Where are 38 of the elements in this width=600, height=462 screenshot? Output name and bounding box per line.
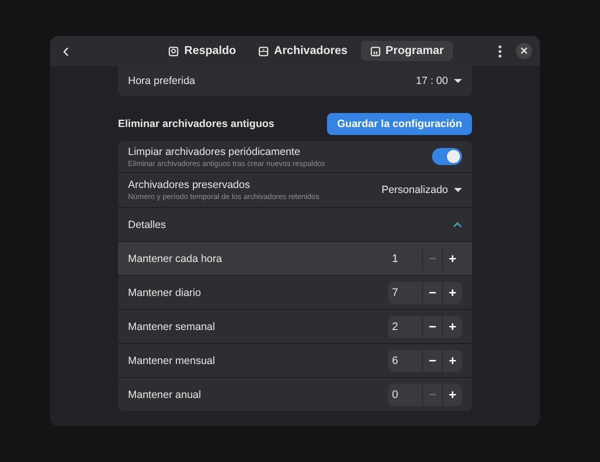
increment-button[interactable]: + (442, 384, 462, 406)
spin-field[interactable]: 6 − + (388, 350, 462, 372)
back-button[interactable]: ‹ (58, 41, 74, 61)
row-title: Limpiar archivadores periódicamente (128, 146, 302, 158)
increment-button[interactable]: + (442, 248, 462, 270)
spin-field[interactable]: 2 − + (388, 316, 462, 338)
decrement-button[interactable]: − (422, 316, 442, 338)
archive-icon (258, 46, 270, 56)
tab[interactable]: Respaldo (159, 41, 246, 61)
decrement-button[interactable]: − (422, 282, 442, 304)
row-label: Mantener cada hora (128, 252, 222, 264)
row-label: Mantener anual (128, 388, 201, 400)
spin-field[interactable]: 7 − + (388, 282, 462, 304)
section-title: Eliminar archivadores antiguos (118, 118, 274, 130)
save-button[interactable]: Guardar la configuración (327, 113, 472, 135)
tab[interactable]: Programar (360, 41, 453, 61)
decrement-button[interactable]: − (422, 350, 442, 372)
row-title: Archivadores preservados (128, 179, 251, 191)
row-label: Mantener diario (128, 286, 201, 298)
toggle-switch[interactable] (432, 148, 462, 165)
row-label: Mantener semanal (128, 320, 215, 332)
spin-field[interactable]: 0 − + (388, 384, 462, 406)
caret-icon (454, 79, 462, 83)
tab[interactable]: Archivadores (249, 41, 357, 61)
increment-button[interactable]: + (442, 282, 462, 304)
row-label: Hora preferida (128, 75, 196, 87)
backup-icon (168, 46, 180, 56)
caret-icon (454, 188, 462, 192)
increment-button[interactable]: + (442, 350, 462, 372)
preset-dropdown[interactable]: Personalizado (381, 184, 462, 196)
menu-icon[interactable] (498, 44, 502, 58)
row-label: Detalles (128, 218, 166, 230)
increment-button[interactable]: + (442, 316, 462, 338)
chevron-up-icon (453, 222, 462, 228)
time-dropdown[interactable]: 17 : 00 (416, 75, 462, 87)
close-button[interactable]: × (516, 43, 532, 59)
row-label: Mantener mensual (128, 354, 215, 366)
calendar-icon (370, 46, 381, 56)
